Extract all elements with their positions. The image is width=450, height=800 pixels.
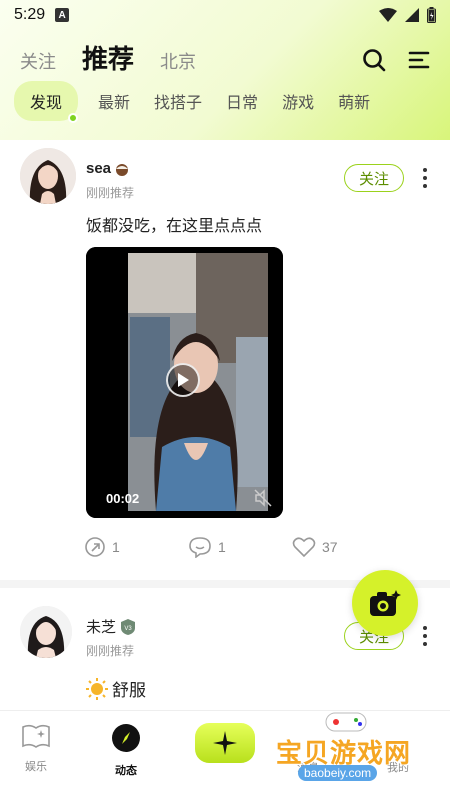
sun-emoji-icon bbox=[86, 677, 108, 700]
comment-count: 1 bbox=[218, 539, 226, 555]
follow-button[interactable]: 关注 bbox=[344, 164, 404, 192]
avatar-photo bbox=[20, 606, 72, 658]
level-badge-icon: V3 bbox=[121, 618, 136, 635]
tab-following[interactable]: 关注 bbox=[20, 48, 56, 80]
more-options-icon[interactable] bbox=[422, 168, 428, 188]
sparkle-icon bbox=[213, 731, 237, 755]
username-text: sea bbox=[86, 160, 112, 177]
camera-plus-icon bbox=[370, 590, 401, 616]
signal-icon bbox=[405, 8, 419, 22]
create-post-button[interactable] bbox=[352, 570, 418, 636]
gamepad-logo-icon bbox=[325, 712, 367, 732]
post-header: sea 刚刚推荐 关注 bbox=[0, 130, 450, 206]
compass-icon bbox=[112, 724, 140, 752]
nav-label: 动态 bbox=[115, 765, 137, 777]
menu-icon[interactable] bbox=[408, 50, 430, 70]
feed-header: 关注 推荐 北京 bbox=[0, 36, 450, 80]
heart-icon bbox=[292, 537, 316, 558]
video-duration: 00:02 bbox=[106, 491, 140, 506]
post-actions: 1 1 37 bbox=[80, 536, 380, 560]
post-text: 饭都没吃，在这里点点点 bbox=[86, 218, 263, 235]
comment-icon bbox=[189, 537, 211, 558]
share-icon bbox=[85, 537, 105, 557]
video-player[interactable]: 00:02 bbox=[86, 247, 283, 518]
feed: sea 刚刚推荐 关注 bbox=[0, 130, 450, 206]
category-newbie[interactable]: 萌新 bbox=[338, 89, 370, 113]
wifi-icon bbox=[379, 8, 397, 22]
comment-action[interactable]: 1 bbox=[188, 536, 226, 558]
nav-entertainment[interactable]: 娱乐 bbox=[6, 723, 66, 774]
coconut-icon bbox=[116, 163, 129, 176]
category-games[interactable]: 游戏 bbox=[282, 89, 314, 113]
post-meta: 刚刚推荐 bbox=[86, 186, 135, 200]
status-time: 5:29 bbox=[14, 6, 46, 23]
category-tabs: 发现 最新 找搭子 日常 游戏 萌新 bbox=[14, 81, 394, 123]
category-discover[interactable]: 发现 bbox=[14, 81, 79, 123]
nav-label: 娱乐 bbox=[25, 761, 47, 773]
category-latest[interactable]: 最新 bbox=[98, 89, 130, 113]
like-count: 37 bbox=[322, 539, 338, 555]
category-find-buddy[interactable]: 找搭子 bbox=[154, 89, 202, 113]
site-watermark: 宝贝游戏网 baobeiy.com bbox=[270, 705, 430, 795]
username-text: 未芝 bbox=[86, 619, 117, 636]
post-username[interactable]: sea bbox=[86, 160, 130, 177]
battery-icon bbox=[427, 7, 436, 23]
nav-feed[interactable]: 动态 bbox=[96, 723, 156, 778]
notification-icon: A bbox=[55, 8, 70, 22]
play-icon bbox=[178, 373, 189, 387]
post-text: 舒服 bbox=[86, 676, 146, 701]
share-action[interactable]: 1 bbox=[84, 536, 120, 558]
avatar[interactable] bbox=[20, 606, 72, 658]
nav-center-button[interactable] bbox=[195, 723, 255, 763]
category-label: 发现 bbox=[30, 95, 63, 112]
category-daily[interactable]: 日常 bbox=[226, 89, 258, 113]
like-action[interactable]: 37 bbox=[292, 536, 338, 558]
watermark-url: baobeiy.com bbox=[298, 765, 378, 781]
header-actions bbox=[362, 48, 430, 80]
badge-text: V3 bbox=[124, 626, 132, 632]
search-icon[interactable] bbox=[362, 48, 386, 72]
play-button[interactable] bbox=[166, 363, 200, 397]
more-options-icon[interactable] bbox=[422, 626, 428, 646]
tab-recommended[interactable]: 推荐 bbox=[82, 39, 134, 80]
avatar[interactable] bbox=[20, 148, 76, 204]
share-count: 1 bbox=[112, 539, 120, 555]
mute-icon[interactable] bbox=[253, 488, 273, 508]
new-indicator-dot bbox=[68, 113, 79, 123]
post-text-content: 舒服 bbox=[112, 681, 146, 700]
tab-local[interactable]: 北京 bbox=[160, 48, 196, 80]
status-indicators bbox=[379, 7, 436, 23]
post-meta: 刚刚推荐 bbox=[86, 644, 135, 658]
avatar-photo bbox=[20, 148, 76, 204]
status-bar: 5:29 A bbox=[0, 0, 450, 30]
post-username[interactable]: 未芝 V3 bbox=[86, 616, 137, 637]
book-star-icon bbox=[22, 724, 50, 748]
